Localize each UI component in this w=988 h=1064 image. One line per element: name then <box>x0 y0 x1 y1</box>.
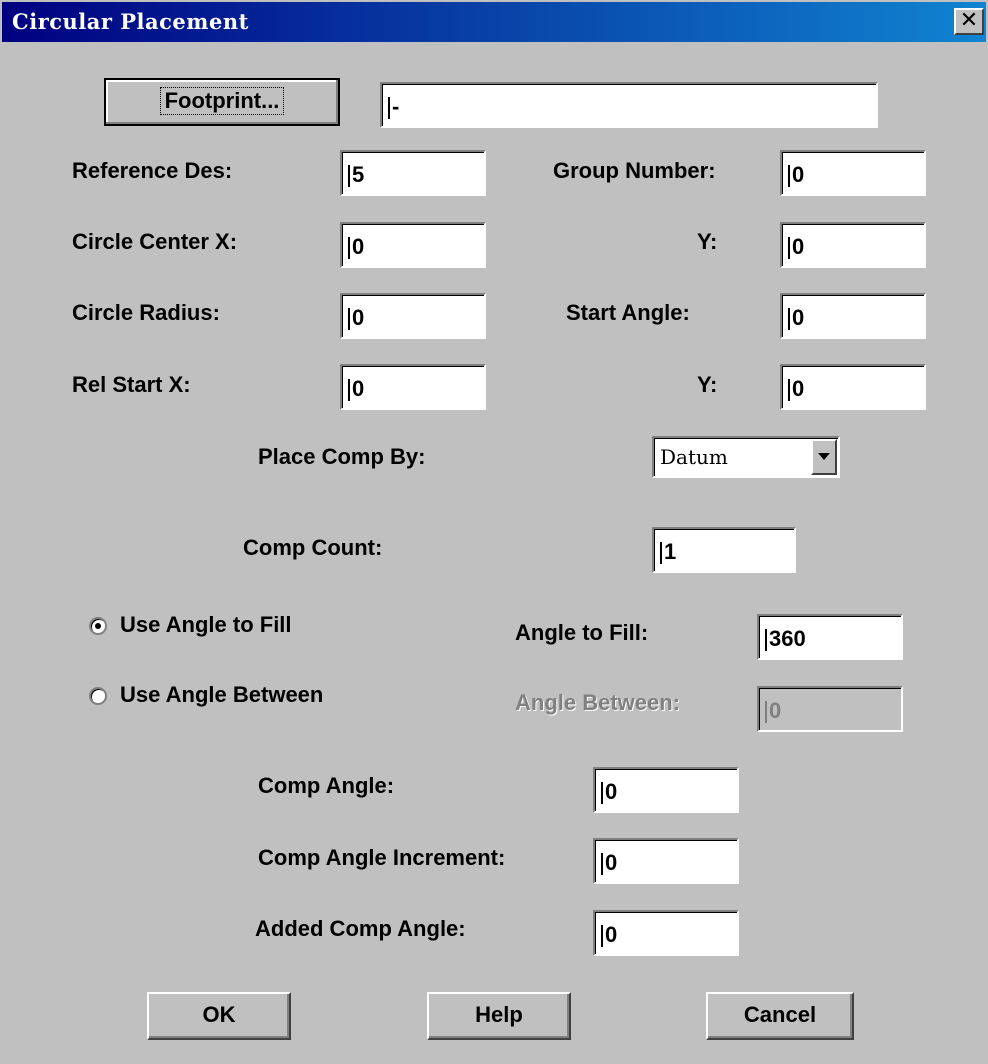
text-caret <box>788 308 790 331</box>
circle-radius-value: 0 <box>352 305 365 330</box>
reference-des-field[interactable]: 5 <box>340 150 486 196</box>
group-number-label: Group Number: <box>553 158 716 183</box>
comp-angle-value: 0 <box>605 779 618 804</box>
circle-center-x-label: Circle Center X: <box>72 229 238 254</box>
start-angle-label: Start Angle: <box>566 300 690 325</box>
place-comp-by-value: Datum <box>660 445 728 469</box>
text-caret <box>788 165 790 188</box>
use-angle-between-radio[interactable] <box>89 687 107 705</box>
circle-radius-field[interactable]: 0 <box>340 293 486 339</box>
reference-des-label: Reference Des: <box>72 158 233 183</box>
close-icon: ✕ <box>959 8 979 33</box>
use-angle-between-label[interactable]: Use Angle Between <box>120 682 323 708</box>
added-comp-angle-value: 0 <box>605 922 618 947</box>
footprint-button[interactable]: Footprint... <box>104 78 340 126</box>
dropdown-button[interactable] <box>811 439 837 475</box>
angle-between-value: 0 <box>769 698 782 723</box>
reference-des-value: 5 <box>352 162 365 187</box>
comp-angle-field[interactable]: 0 <box>593 767 739 813</box>
circle-radius-label: Circle Radius: <box>72 300 220 325</box>
text-caret <box>788 237 790 260</box>
circle-center-y-label: Y: <box>697 229 718 254</box>
angle-to-fill-label: Angle to Fill: <box>515 620 649 645</box>
start-angle-value: 0 <box>792 305 805 330</box>
circle-center-x-value: 0 <box>352 234 365 259</box>
text-caret <box>388 97 390 120</box>
comp-count-value: 1 <box>664 539 677 564</box>
text-caret <box>348 165 350 188</box>
angle-between-field: 0 <box>757 686 903 732</box>
comp-angle-increment-label: Comp Angle Increment: <box>258 845 506 870</box>
comp-angle-label: Comp Angle: <box>258 773 395 798</box>
circle-center-y-value: 0 <box>792 234 805 259</box>
rel-start-x-field[interactable]: 0 <box>340 364 486 410</box>
circular-placement-dialog: Circular Placement ✕ Footprint... - Refe… <box>0 0 988 1064</box>
rel-start-y-label: Y: <box>697 372 718 397</box>
rel-start-x-value: 0 <box>352 376 365 401</box>
text-caret <box>348 308 350 331</box>
added-comp-angle-field[interactable]: 0 <box>593 910 739 956</box>
angle-between-label: Angle Between: <box>515 690 681 715</box>
place-comp-by-label: Place Comp By: <box>258 444 426 469</box>
angle-to-fill-value: 360 <box>769 626 806 651</box>
footprint-button-label: Footprint... <box>159 87 285 115</box>
footprint-value: - <box>392 94 400 119</box>
window-title: Circular Placement <box>12 9 249 34</box>
comp-count-field[interactable]: 1 <box>652 527 796 573</box>
comp-count-label: Comp Count: <box>243 535 383 560</box>
close-button[interactable]: ✕ <box>954 8 984 35</box>
group-number-value: 0 <box>792 162 805 187</box>
rel-start-y-field[interactable]: 0 <box>780 364 926 410</box>
cancel-button[interactable]: Cancel <box>706 992 854 1040</box>
text-caret <box>765 701 767 724</box>
start-angle-field[interactable]: 0 <box>780 293 926 339</box>
use-angle-to-fill-radio[interactable] <box>89 617 107 635</box>
text-caret <box>660 542 662 565</box>
title-bar[interactable]: Circular Placement ✕ <box>2 2 986 42</box>
text-caret <box>348 379 350 402</box>
text-caret <box>765 629 767 652</box>
footprint-field[interactable]: - <box>380 82 878 128</box>
place-comp-by-select[interactable]: Datum <box>652 436 840 478</box>
ok-button[interactable]: OK <box>147 992 291 1040</box>
help-button[interactable]: Help <box>427 992 571 1040</box>
rel-start-x-label: Rel Start X: <box>72 372 191 397</box>
group-number-field[interactable]: 0 <box>780 150 926 196</box>
added-comp-angle-label: Added Comp Angle: <box>255 916 466 941</box>
angle-to-fill-field[interactable]: 360 <box>757 614 903 660</box>
chevron-down-icon <box>818 453 830 460</box>
text-caret <box>601 925 603 948</box>
use-angle-to-fill-label[interactable]: Use Angle to Fill <box>120 612 292 638</box>
text-caret <box>601 853 603 876</box>
circle-center-y-field[interactable]: 0 <box>780 222 926 268</box>
text-caret <box>601 782 603 805</box>
rel-start-y-value: 0 <box>792 376 805 401</box>
text-caret <box>348 237 350 260</box>
circle-center-x-field[interactable]: 0 <box>340 222 486 268</box>
radio-icon <box>95 623 101 629</box>
text-caret <box>788 379 790 402</box>
comp-angle-increment-field[interactable]: 0 <box>593 838 739 884</box>
comp-angle-increment-value: 0 <box>605 850 618 875</box>
